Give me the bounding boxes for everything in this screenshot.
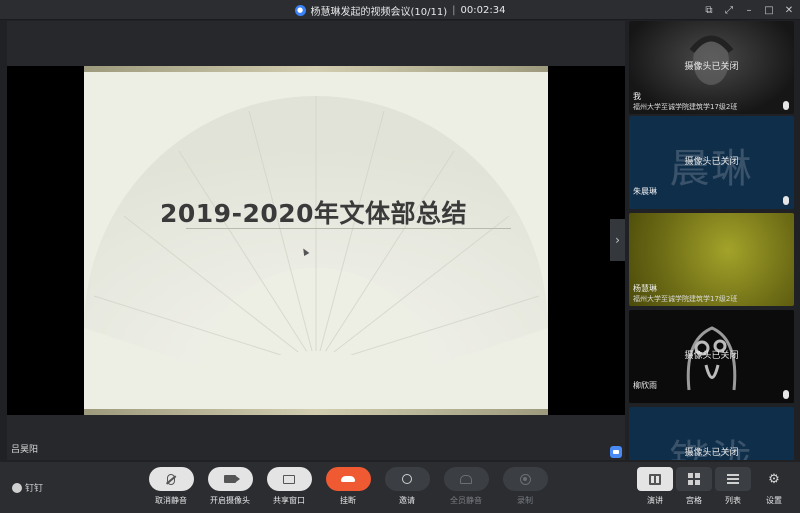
invite-button[interactable]: 邀请 [382, 467, 432, 506]
mic-icon [783, 101, 789, 110]
unmute-label: 取消静音 [155, 496, 187, 505]
share-window-label: 共享窗口 [273, 496, 305, 505]
slide-title: 2019-2020年文体部总结 [160, 199, 468, 228]
mic-icon [783, 196, 789, 205]
camera-off-status: 摄像头已关闭 [684, 448, 739, 458]
brand-logo: 钉钉 [12, 481, 43, 494]
brand-name: 钉钉 [25, 484, 44, 494]
participant-name: 朱晨琳 [633, 187, 657, 196]
meeting-title: 杨慧琳发起的视频会议(10/11) [310, 6, 448, 18]
window-title: ● 杨慧琳发起的视频会议(10/11) | 00:02:34 [0, 0, 800, 20]
participant-tile[interactable]: 杨慧琳 福州大学至诚学院建筑学17级2班 [629, 213, 794, 306]
record-label: 录制 [517, 496, 533, 505]
participant-subtitle: 福州大学至诚学院建筑学17级2班 [633, 295, 738, 303]
unmute-button[interactable]: 取消静音 [146, 467, 196, 506]
grid-view-label: 宫格 [686, 496, 702, 505]
title-separator: | [452, 4, 456, 16]
speaker-view-icon [649, 473, 661, 485]
participant-name: 我 [633, 92, 641, 101]
close-icon[interactable]: ✕ [784, 5, 794, 16]
fan-background [84, 96, 548, 415]
participant-tile[interactable]: 锴泷 摄像头已关闭 [629, 407, 794, 460]
mute-all-label: 全员静音 [450, 496, 482, 505]
window-controls: ⧉ ⤢ – □ ✕ [704, 0, 794, 20]
speaker-view-button[interactable]: 演讲 [637, 467, 673, 506]
invite-label: 邀请 [399, 496, 415, 505]
settings-button[interactable]: ⚙ 设置 [756, 467, 792, 506]
grid-view-button[interactable]: 宫格 [676, 467, 712, 506]
gear-icon: ⚙ [768, 471, 780, 487]
camera-label: 开启摄像头 [210, 496, 250, 505]
chat-icon[interactable] [610, 446, 622, 458]
slide-bottom-border [84, 409, 548, 415]
share-screen-icon [283, 474, 295, 484]
camera-icon [224, 475, 240, 483]
participant-list[interactable]: 摄像头已关闭 我 福州大学至诚学院建筑学17级2班 晨琳 摄像头已关闭 朱晨琳 … [629, 21, 794, 460]
dingtalk-icon [12, 482, 22, 493]
participant-name: 杨慧琳 [633, 284, 657, 293]
slide-title-underline [186, 228, 511, 229]
list-view-icon [727, 474, 739, 484]
participant-tile[interactable]: 晨琳 摄像头已关闭 朱晨琳 [629, 116, 794, 209]
shared-screen: 2019-2020年文体部总结 [7, 66, 625, 415]
grid-view-icon [688, 473, 700, 485]
meeting-timer: 00:02:34 [460, 4, 506, 16]
presenter-name: 吕昊阳 [11, 445, 39, 455]
hangup-button[interactable]: 挂断 [323, 467, 373, 506]
mic-icon [783, 390, 789, 399]
share-window-button[interactable]: 共享窗口 [264, 467, 314, 506]
lock-icon: ● [294, 4, 306, 16]
speaker-view-label: 演讲 [647, 496, 663, 505]
pin-icon[interactable]: ⧉ [704, 5, 714, 16]
participant-tile[interactable]: 摄像头已关闭 柳欣雨 [629, 310, 794, 403]
mute-all-button[interactable]: 全员静音 [441, 467, 491, 506]
list-view-label: 列表 [725, 496, 741, 505]
participant-subtitle: 福州大学至诚学院建筑学17级2班 [633, 103, 738, 111]
camera-off-status: 摄像头已关闭 [684, 157, 739, 167]
main-stage: 2019-2020年文体部总结 › 吕昊阳 [7, 21, 625, 460]
minimize-icon[interactable]: – [744, 5, 754, 16]
record-button[interactable]: 录制 [500, 467, 550, 506]
expand-panel-button[interactable]: › [610, 219, 625, 261]
bottom-toolbar: 钉钉 取消静音 开启摄像头 共享窗口 挂断 邀请 全员静音 录制 演讲 宫格 列 [0, 462, 800, 513]
participant-name: 柳欣雨 [633, 381, 657, 390]
chevron-right-icon: › [615, 233, 620, 247]
list-view-button[interactable]: 列表 [715, 467, 751, 506]
record-icon [519, 473, 531, 485]
presentation-slide: 2019-2020年文体部总结 [84, 66, 548, 415]
mic-off-icon [167, 473, 175, 485]
people-icon [460, 474, 472, 484]
camera-button[interactable]: 开启摄像头 [205, 467, 255, 506]
add-user-icon [402, 474, 412, 484]
participant-tile[interactable]: 摄像头已关闭 我 福州大学至诚学院建筑学17级2班 [629, 21, 794, 114]
title-bar: ● 杨慧琳发起的视频会议(10/11) | 00:02:34 ⧉ ⤢ – □ ✕ [0, 0, 800, 20]
hangup-label: 挂断 [340, 496, 356, 505]
camera-off-status: 摄像头已关闭 [684, 351, 739, 361]
fullscreen-icon[interactable]: ⤢ [724, 5, 734, 16]
phone-hangup-icon [341, 476, 355, 482]
maximize-icon[interactable]: □ [764, 5, 774, 16]
settings-label: 设置 [766, 496, 782, 505]
camera-off-status: 摄像头已关闭 [684, 62, 739, 72]
